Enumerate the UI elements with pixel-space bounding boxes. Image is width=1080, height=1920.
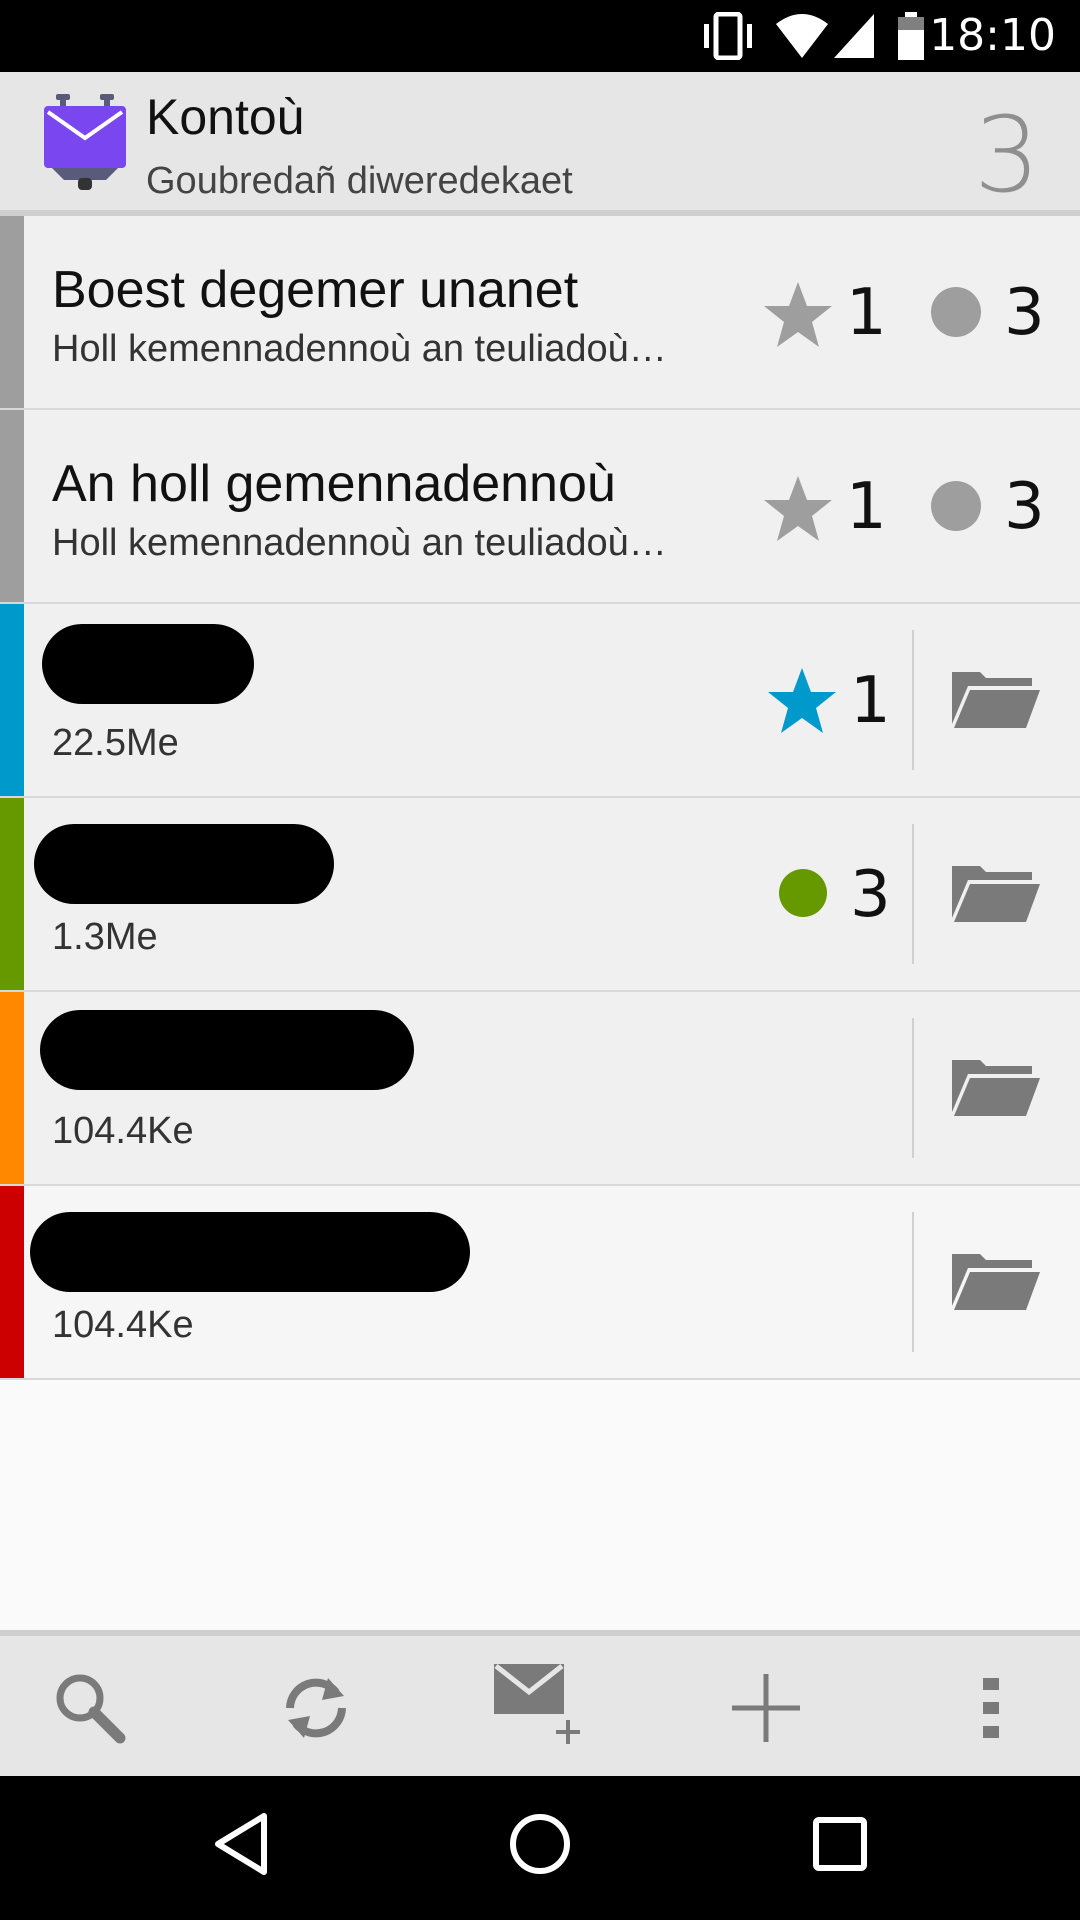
account-size: 104.4Ke — [52, 1304, 194, 1346]
battery-icon — [898, 12, 924, 60]
system-nav-bar — [0, 1776, 1080, 1920]
folder-icon[interactable] — [950, 666, 1042, 730]
sync-status: Goubredañ diweredekaet — [146, 160, 573, 202]
account-size: 1.3Me — [52, 916, 158, 958]
compose-icon[interactable] — [492, 1662, 590, 1746]
folder-description: Holl kemennadennoù an teuliadoù… — [52, 328, 667, 370]
folder-description: Holl kemennadennoù an teuliadoù… — [52, 522, 667, 564]
account-size: 22.5Me — [52, 722, 179, 764]
redacted-account-name — [30, 1212, 470, 1292]
account-color-bar — [0, 798, 24, 990]
color-bar — [0, 216, 24, 408]
back-icon[interactable] — [212, 1812, 272, 1876]
starred-count: 1 — [850, 664, 891, 738]
all-messages-item[interactable]: An holl gemennadennoù Holl kemennadennoù… — [0, 410, 1080, 604]
starred-count: 1 — [846, 276, 887, 350]
folder-icon[interactable] — [950, 860, 1042, 924]
divider — [912, 1018, 914, 1158]
account-item[interactable]: 22.5Me 1 — [0, 604, 1080, 798]
wifi-icon — [776, 14, 828, 58]
unread-dot-icon[interactable] — [778, 868, 828, 918]
unread-total: 3 — [973, 94, 1040, 216]
unread-dot-icon[interactable] — [930, 286, 982, 338]
folder-name: An holl gemennadennoù — [52, 455, 616, 513]
folder-icon[interactable] — [950, 1248, 1042, 1312]
account-list: Boest degemer unanet Holl kemennadennoù … — [0, 216, 1080, 1380]
status-bar: 18:10 — [0, 0, 1080, 72]
star-icon[interactable] — [766, 666, 838, 736]
folder-name: Boest degemer unanet — [52, 261, 579, 319]
search-icon[interactable] — [52, 1670, 128, 1746]
account-size: 104.4Ke — [52, 1110, 194, 1152]
account-color-bar — [0, 604, 24, 796]
unread-count: 3 — [1004, 276, 1045, 350]
starred-count: 1 — [846, 470, 887, 544]
account-color-bar — [0, 992, 24, 1184]
app-bar: Kontoù Goubredañ diweredekaet 3 — [0, 72, 1080, 216]
account-item[interactable]: 1.3Me 3 — [0, 798, 1080, 992]
folder-icon[interactable] — [950, 1054, 1042, 1118]
account-item[interactable]: 104.4Ke — [0, 992, 1080, 1186]
recents-icon[interactable] — [812, 1812, 868, 1876]
home-icon[interactable] — [508, 1812, 572, 1876]
account-color-bar — [0, 1186, 24, 1378]
vibrate-icon — [704, 12, 752, 60]
redacted-account-name — [40, 1010, 414, 1090]
star-icon[interactable] — [762, 280, 834, 350]
account-item[interactable]: 104.4Ke — [0, 1186, 1080, 1380]
unread-count: 3 — [1004, 470, 1045, 544]
signal-icon — [834, 14, 874, 58]
unread-count: 3 — [850, 858, 891, 932]
unified-inbox-item[interactable]: Boest degemer unanet Holl kemennadennoù … — [0, 216, 1080, 410]
divider — [912, 1212, 914, 1352]
status-time: 18:10 — [929, 10, 1056, 61]
app-logo-icon — [44, 94, 126, 190]
page-title: Kontoù — [146, 89, 305, 145]
divider — [912, 824, 914, 964]
divider — [912, 630, 914, 770]
refresh-icon[interactable] — [278, 1670, 354, 1746]
color-bar — [0, 410, 24, 602]
star-icon[interactable] — [762, 474, 834, 544]
redacted-account-name — [34, 824, 334, 904]
overflow-menu-icon[interactable] — [978, 1670, 1004, 1746]
redacted-account-name — [42, 624, 254, 704]
bottom-action-bar — [0, 1630, 1080, 1782]
add-icon[interactable] — [728, 1670, 804, 1746]
unread-dot-icon[interactable] — [930, 480, 982, 532]
